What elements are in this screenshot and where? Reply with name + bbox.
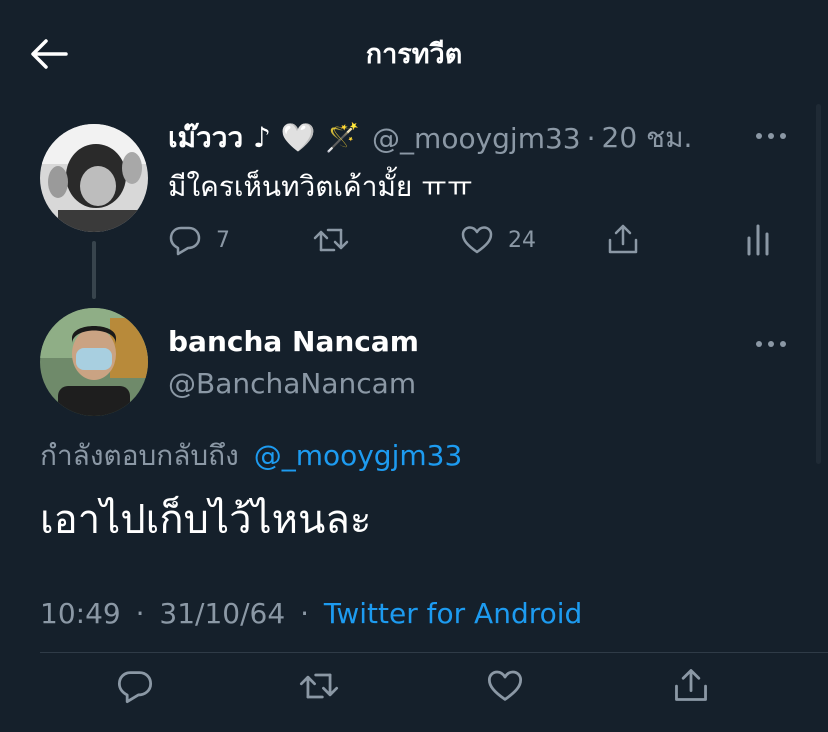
parent-like-button[interactable]: 24 [460,224,536,256]
parent-tweet-text: มีใครเห็นทวิตเค้ามั้ย ㅠㅠ [168,170,473,203]
retweet-button[interactable] [298,668,340,704]
parent-analytics-button[interactable] [744,222,772,256]
reply-count: 7 [216,227,230,253]
replying-to: กำลังตอบกลับถึง @_mooygjm33 [40,436,462,476]
scrollbar[interactable] [816,104,821,464]
parent-retweet-button[interactable] [312,224,350,256]
reply-icon [117,671,153,704]
avatar[interactable] [40,124,148,232]
parent-share-button[interactable] [606,222,640,256]
parent-tweet-header: เม๊ววว ♪ 🤍 🪄 @_mooygjm33 · 20 ชม. [168,118,692,158]
thread-connector [92,241,96,299]
tweet-date: 31/10/64 [159,597,286,630]
tweet-metadata: 10:49 · 31/10/64 · Twitter for Android [40,594,582,634]
analytics-icon [747,224,769,256]
like-count: 24 [508,227,536,253]
main-display-name[interactable]: bancha Nancam [168,322,419,362]
retweet-icon [313,228,349,252]
main-handle[interactable]: @BanchaNancam [168,364,416,404]
share-icon [608,224,638,254]
main-tweet-text: เอาไปเก็บไว้ไหนละ [40,497,372,543]
replying-to-handle-link[interactable]: @_mooygjm33 [254,439,463,472]
tweet-source-link[interactable]: Twitter for Android [324,597,582,630]
parent-handle[interactable]: @_mooygjm33 [372,122,581,155]
share-button[interactable] [672,666,710,704]
avatar-image [40,308,148,416]
parent-timestamp[interactable]: 20 ชม. [602,116,693,160]
like-icon [487,670,523,701]
tweet-time: 10:49 [40,597,121,630]
separator-dot: · [300,597,309,630]
reply-icon [169,226,201,256]
divider [40,652,828,653]
retweet-icon [299,673,339,699]
separator-dot: · [586,121,596,155]
page-title: การทวีต [365,39,463,70]
parent-reply-button[interactable]: 7 [168,224,230,256]
reply-button[interactable] [116,668,154,704]
more-icon [756,133,786,139]
share-icon [675,669,707,701]
separator-dot: · [135,597,145,630]
avatar[interactable] [40,308,148,416]
like-button[interactable] [486,668,524,704]
more-icon [756,341,786,347]
parent-more-button[interactable] [752,126,792,146]
parent-display-name[interactable]: เม๊ววว ♪ 🤍 🪄 [168,116,360,160]
main-more-button[interactable] [752,334,792,354]
like-icon [461,226,493,254]
replying-to-label: กำลังตอบกลับถึง [40,439,239,472]
avatar-image [40,124,148,232]
